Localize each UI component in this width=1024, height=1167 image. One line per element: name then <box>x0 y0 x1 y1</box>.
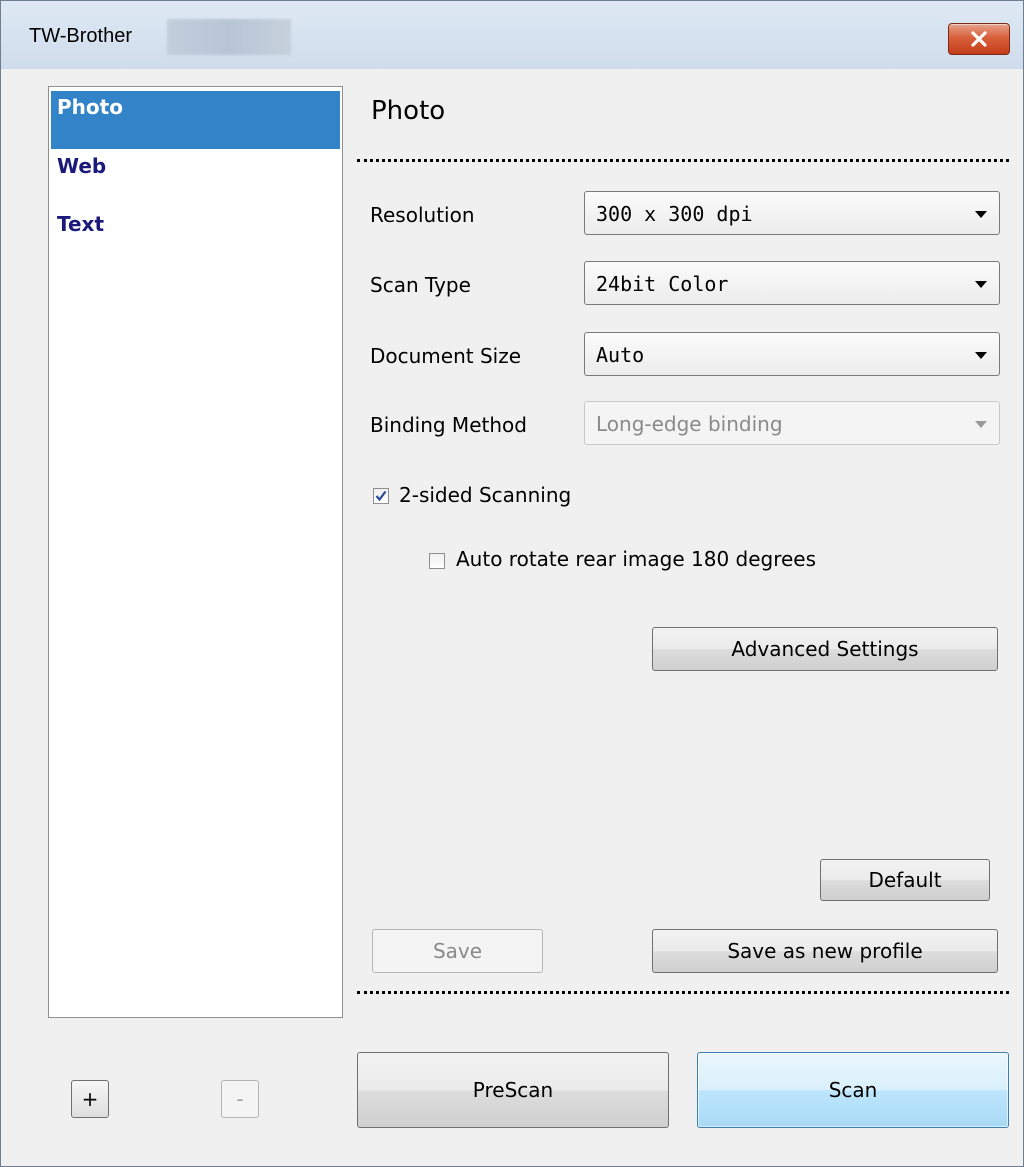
profile-item-label: Text <box>57 212 105 236</box>
save-as-new-profile-button[interactable]: Save as new profile <box>652 929 998 973</box>
scan-type-label: Scan Type <box>370 273 471 297</box>
remove-profile-button[interactable]: - <box>221 1080 259 1118</box>
auto-rotate-label: Auto rotate rear image 180 degrees <box>456 547 817 571</box>
binding-method-label: Binding Method <box>370 413 527 437</box>
close-button[interactable] <box>948 23 1010 55</box>
checkmark-icon <box>375 490 387 502</box>
close-icon <box>971 31 987 47</box>
document-size-label: Document Size <box>370 344 522 368</box>
chevron-down-icon <box>975 421 987 428</box>
resolution-select[interactable]: 300 x 300 dpi <box>584 191 1000 235</box>
bottom-divider <box>357 991 1009 994</box>
scan-type-select[interactable]: 24bit Color <box>584 261 1000 305</box>
default-button[interactable]: Default <box>820 859 990 901</box>
redacted-title-region <box>167 19 291 55</box>
scanner-dialog: TW-Brother Photo Web Text + - Photo Reso… <box>0 0 1024 1167</box>
resolution-label: Resolution <box>370 203 475 227</box>
chevron-down-icon <box>975 281 987 288</box>
profile-item-label: Web <box>57 154 107 178</box>
section-title: Photo <box>371 96 446 126</box>
two-sided-checkbox[interactable] <box>373 488 389 504</box>
profile-item-text[interactable]: Text <box>51 208 340 266</box>
save-button[interactable]: Save <box>372 929 543 973</box>
binding-method-select[interactable]: Long-edge binding <box>584 401 1000 445</box>
top-divider <box>357 159 1009 162</box>
resolution-value: 300 x 300 dpi <box>596 202 753 226</box>
prescan-button[interactable]: PreScan <box>357 1052 669 1128</box>
window-title: TW-Brother <box>29 25 132 47</box>
title-bar: TW-Brother <box>1 1 1023 69</box>
document-size-value: Auto <box>596 343 645 367</box>
binding-method-value: Long-edge binding <box>596 412 783 436</box>
profile-item-web[interactable]: Web <box>51 150 340 208</box>
scan-button[interactable]: Scan <box>697 1052 1009 1128</box>
chevron-down-icon <box>975 211 987 218</box>
profile-item-label: Photo <box>57 95 123 119</box>
auto-rotate-checkbox[interactable] <box>429 553 445 569</box>
document-size-select[interactable]: Auto <box>584 332 1000 376</box>
profile-item-photo[interactable]: Photo <box>51 91 340 149</box>
scan-type-value: 24bit Color <box>596 272 729 296</box>
advanced-settings-button[interactable]: Advanced Settings <box>652 627 998 671</box>
profile-list[interactable]: Photo Web Text <box>48 86 343 1018</box>
add-profile-button[interactable]: + <box>71 1080 109 1118</box>
chevron-down-icon <box>975 352 987 359</box>
two-sided-label: 2-sided Scanning <box>399 483 572 507</box>
